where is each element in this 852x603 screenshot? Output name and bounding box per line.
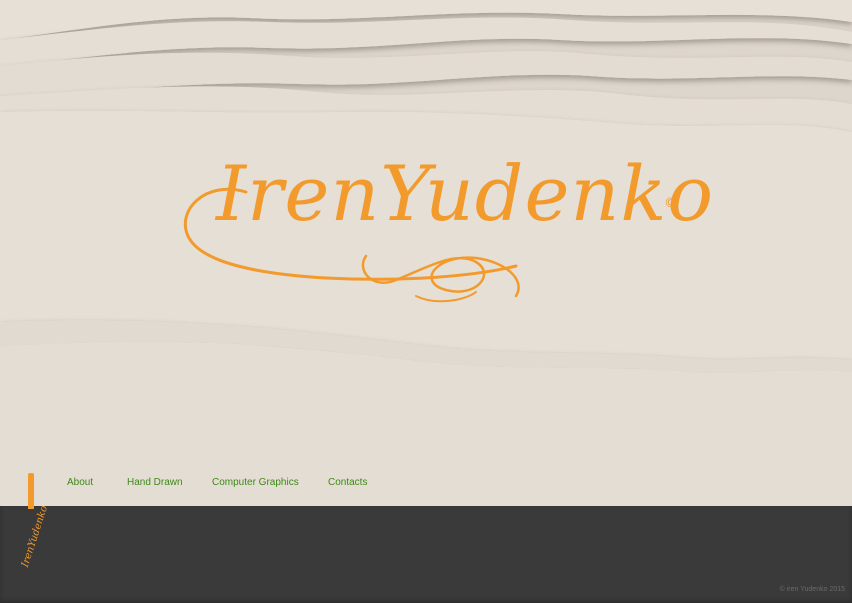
bookmark-ribbon: [28, 473, 34, 509]
nav-about-link[interactable]: About: [67, 477, 93, 488]
nav-hand-drawn-link[interactable]: Hand Drawn: [127, 477, 183, 488]
footer-copyright: © iren Yudenko 2015: [779, 586, 845, 593]
nav-contacts-link[interactable]: Contacts: [328, 477, 367, 488]
main-nav: About Hand Drawn Computer Graphics Conta…: [0, 470, 852, 494]
footer: [0, 506, 852, 603]
bookmark-logo[interactable]: IrenYudenko: [20, 473, 50, 573]
site-logo[interactable]: IrenYudenko ©: [176, 150, 713, 315]
logo-copyright-mark: ©: [664, 196, 677, 211]
logo-text: IrenYudenko: [216, 149, 715, 238]
nav-computer-graphics-link[interactable]: Computer Graphics: [212, 477, 299, 488]
paper-background: IrenYudenko ©: [0, 0, 852, 506]
